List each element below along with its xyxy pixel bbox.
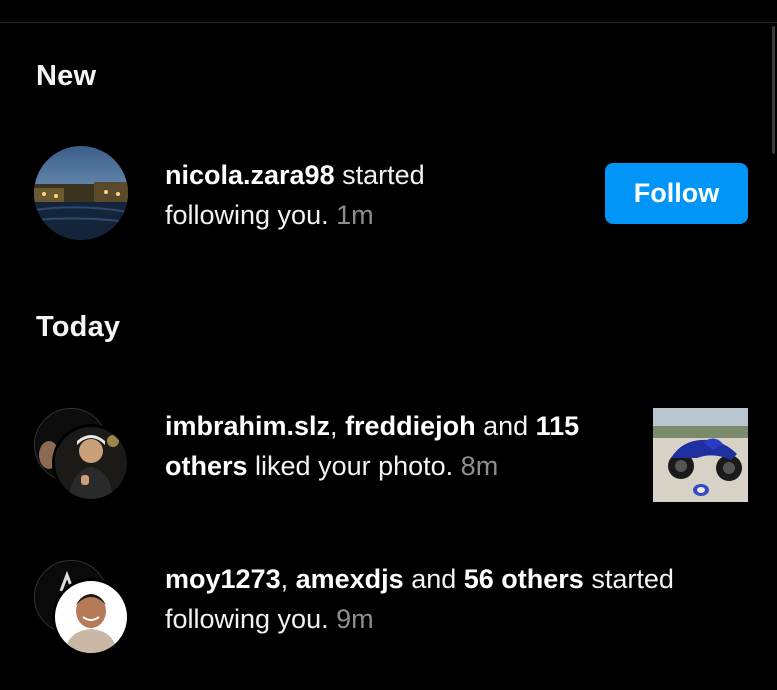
timestamp: 1m <box>336 200 374 230</box>
username[interactable]: nicola.zara98 <box>165 160 335 190</box>
username[interactable]: amexdjs <box>296 564 404 594</box>
notification-text: nicola.zara98 started following you. 1m <box>165 160 425 230</box>
post-thumbnail[interactable] <box>653 408 748 502</box>
person-night-photo-icon <box>55 427 127 499</box>
smiling-man-photo-icon <box>55 581 127 653</box>
avatar[interactable] <box>52 424 130 502</box>
avatar[interactable] <box>52 578 130 656</box>
username[interactable]: moy1273 <box>165 564 281 594</box>
section-title-new: New <box>36 60 97 92</box>
timestamp: 9m <box>336 604 374 634</box>
avatar[interactable] <box>34 146 128 240</box>
scrollbar[interactable] <box>772 26 775 154</box>
section-title-today: Today <box>36 311 121 343</box>
username[interactable]: imbrahim.slz <box>165 411 330 441</box>
top-divider <box>0 22 777 23</box>
blue-motorcycle-photo-icon <box>653 408 748 502</box>
notification-text: imbrahim.slz, freddiejoh and 115 others … <box>165 411 580 481</box>
follow-button[interactable]: Follow <box>605 163 748 224</box>
city-canal-photo-icon <box>34 146 128 240</box>
username[interactable]: freddiejoh <box>345 411 476 441</box>
timestamp: 8m <box>460 451 499 481</box>
notification-text: moy1273, amexdjs and 56 others started f… <box>165 564 674 634</box>
